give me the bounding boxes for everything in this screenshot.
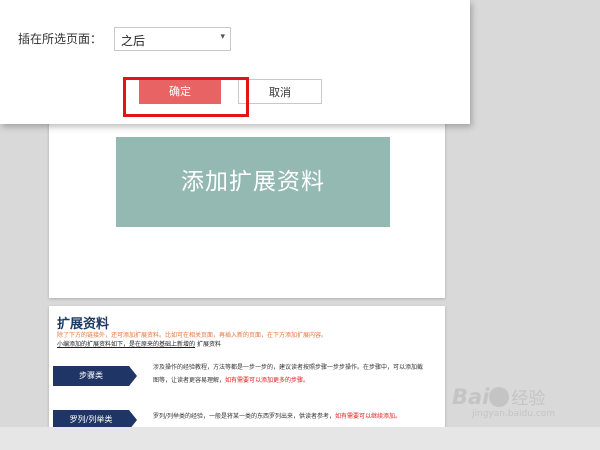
watermark-brand: Bai: [452, 385, 490, 409]
bottom-band: [0, 427, 600, 450]
slide-subtitle: 小编添加的扩展资料如下，是在原来的基础上新增的 扩展资料: [57, 339, 221, 348]
slide-thumbnail-1[interactable]: 添加扩展资料: [49, 110, 445, 298]
watermark-logo: Bai 经验: [452, 384, 555, 409]
insert-position-select[interactable]: 之后 ▾: [114, 27, 231, 51]
step-description-highlight: 如有需要可以添加更多的步骤。: [225, 377, 310, 384]
insert-position-value: 之后: [121, 34, 146, 48]
slide-banner: 添加扩展资料: [116, 137, 390, 227]
list-description-text: 罗列/列举类的经验，一般是将某一类的东西罗列出来，供读者参考，: [153, 413, 336, 420]
slide-subtitle-link: 扩展资料: [196, 341, 221, 348]
step-description: 涉及操作的经验教程，方法等都是一步一步的，建议读者按照步骤一步步操作。在步骤中，…: [153, 361, 423, 387]
watermark-brand-suffix: 经验: [511, 389, 546, 409]
baidu-jingyan-watermark: Bai 经验 jingyan.baidu.com: [452, 384, 555, 419]
confirm-button[interactable]: 确定: [139, 79, 221, 104]
insert-page-dialog: 插在所选页面： 之后 ▾ 确定 取消: [0, 0, 470, 124]
chevron-down-icon: ▾: [220, 32, 225, 42]
slide-subtitle-text: 小编添加的扩展资料如下，是在原来的基础上新增的: [57, 341, 196, 348]
watermark-url: jingyan.baidu.com: [472, 409, 556, 419]
cancel-button[interactable]: 取消: [238, 79, 322, 104]
paw-icon: [489, 387, 510, 407]
slide-intro-text: 除了下方的链接外，还可添加扩展资料。比如可在相关页面，再插入新的页面，在下方添加…: [57, 332, 328, 339]
list-description: 罗列/列举类的经验，一般是将某一类的东西罗列出来，供读者参考，如有需要可以继续添…: [153, 410, 423, 423]
step-tag: 步骤类: [53, 366, 137, 386]
list-description-highlight: 如有需要可以继续添加。: [335, 413, 402, 420]
insert-position-label: 插在所选页面：: [18, 32, 103, 46]
